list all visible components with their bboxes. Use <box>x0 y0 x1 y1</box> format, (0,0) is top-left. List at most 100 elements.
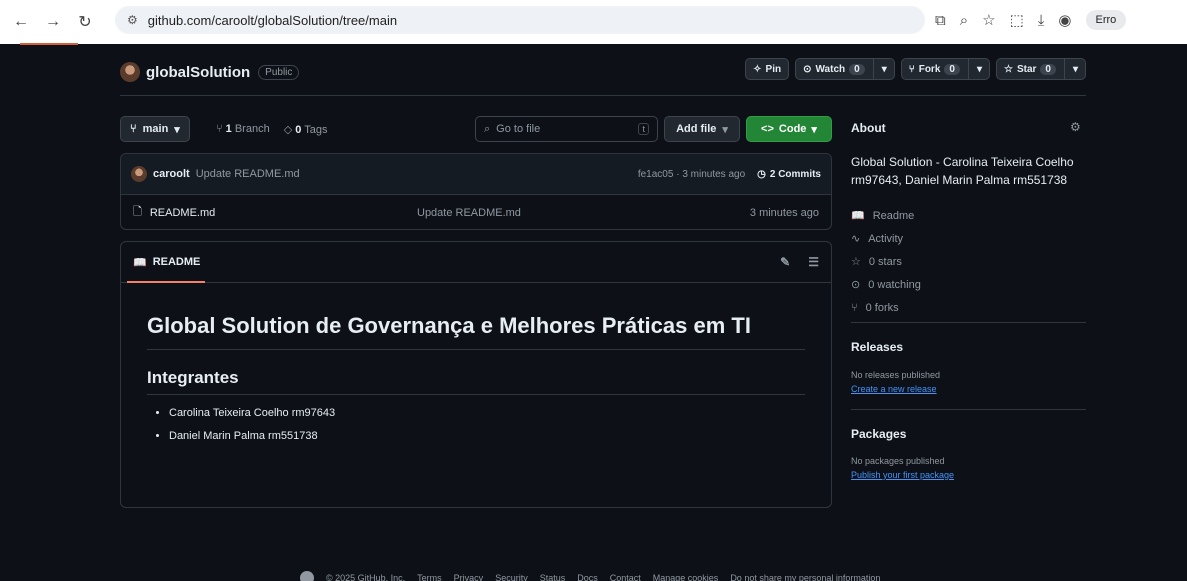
watching-link[interactable]: ⊙ 0 watching <box>851 273 921 296</box>
pin-button[interactable]: ✧ Pin <box>745 58 790 80</box>
chevron-down-icon: ▾ <box>811 123 817 136</box>
activity-link-label: Activity <box>868 232 904 245</box>
stars-link-label: 0 stars <box>868 255 902 268</box>
members-list: Carolina Teixeira Coelho rm97643 Daniel … <box>147 407 805 442</box>
account-icon[interactable]: ◉ <box>1058 11 1071 29</box>
packages-empty-text: No packages published <box>851 456 945 466</box>
publish-package-link[interactable]: Publish your first package <box>851 470 954 480</box>
book-icon: 📖 <box>133 256 147 269</box>
commits-link[interactable]: ◷ 2 Commits <box>757 169 821 180</box>
footer-link[interactable]: Do not share my personal information <box>730 573 880 581</box>
tags-link[interactable]: ◇ 0 Tags <box>284 123 328 136</box>
reload-icon[interactable]: ↻ <box>74 12 96 32</box>
branches-link[interactable]: ⑂ 1 Branch <box>216 123 270 135</box>
chevron-down-icon[interactable]: ▾ <box>882 64 887 75</box>
watch-button[interactable]: ⊙ Watch 0 ▾ <box>795 58 895 80</box>
readme-body: Global Solution de Governança e Melhores… <box>121 283 831 442</box>
back-icon[interactable]: ← <box>10 13 32 31</box>
fork-button[interactable]: ⑂ Fork 0 ▾ <box>900 58 990 80</box>
zoom-icon[interactable]: ⌕ <box>960 12 968 29</box>
readme-header: 📖 README ✎ ☰ <box>121 242 831 283</box>
releases-empty-text: No releases published <box>851 370 941 380</box>
star-button[interactable]: ☆ Star 0 ▾ <box>995 58 1086 80</box>
active-tab-indicator <box>20 43 78 45</box>
footer-link[interactable]: Privacy <box>454 573 484 581</box>
file-age: 3 minutes ago <box>749 206 819 219</box>
pin-icon: ✧ <box>753 63 762 75</box>
readme-title: Global Solution de Governança e Melhores… <box>147 311 805 350</box>
commit-author[interactable]: caroolt <box>153 168 190 180</box>
bookmark-star-icon[interactable]: ☆ <box>982 11 995 29</box>
repo-header: globalSolution Public ✧ Pin ⊙ Watch 0 ▾ … <box>120 58 1086 86</box>
branch-selector[interactable]: ⑂ main ▾ <box>120 116 190 142</box>
footer-link[interactable]: Contact <box>610 573 641 581</box>
shortcut-key: t <box>638 123 649 135</box>
file-name[interactable]: README.md <box>150 207 215 219</box>
eye-icon: ⊙ <box>803 63 812 75</box>
go-to-file-placeholder: Go to file <box>496 123 541 135</box>
fork-icon: ⑂ <box>908 63 915 75</box>
owner-avatar[interactable] <box>120 62 140 82</box>
readme-subtitle: Integrantes <box>147 368 805 395</box>
book-icon: 📖 <box>851 210 865 222</box>
fork-icon: ⑂ <box>851 301 858 314</box>
header-divider <box>120 95 1086 96</box>
file-icon: 🗋 <box>133 206 142 218</box>
commit-meta[interactable]: fe1ac05 · 3 minutes ago <box>638 169 745 180</box>
activity-link[interactable]: ∿ Activity <box>851 227 921 250</box>
code-button[interactable]: <> Code ▾ <box>746 116 832 142</box>
chevron-down-icon[interactable]: ▾ <box>977 64 982 75</box>
fork-count: 0 <box>944 63 960 75</box>
go-to-file-input[interactable]: ⌕ Go to file t <box>475 116 658 142</box>
add-file-button[interactable]: Add file ▾ <box>664 116 740 142</box>
forks-link[interactable]: ⑂ 0 forks <box>851 296 921 319</box>
readme-panel: 📖 README ✎ ☰ Global Solution de Governan… <box>120 241 832 508</box>
cast-icon[interactable]: ⧉ <box>935 12 946 29</box>
footer-link[interactable]: Manage cookies <box>653 573 719 581</box>
chevron-down-icon[interactable]: ▾ <box>1073 64 1078 75</box>
file-commit-message[interactable]: Update README.md <box>417 207 521 219</box>
commit-author-avatar[interactable] <box>131 166 147 182</box>
footer-link[interactable]: Status <box>540 573 566 581</box>
readme-link-label: Readme <box>872 209 915 222</box>
code-icon: <> <box>761 123 774 135</box>
stars-link[interactable]: ☆ 0 stars <box>851 250 921 273</box>
watch-count: 0 <box>849 63 865 75</box>
footer-link[interactable]: Security <box>495 573 528 581</box>
download-icon[interactable]: ⤓ <box>1038 12 1045 29</box>
forward-icon[interactable]: → <box>42 13 64 31</box>
edit-pencil-icon[interactable]: ✎ <box>780 255 790 269</box>
readme-tab[interactable]: README <box>153 256 201 268</box>
footer-link[interactable]: Docs <box>577 573 598 581</box>
tag-count: 0 <box>295 123 302 136</box>
packages-heading[interactable]: Packages <box>851 427 906 441</box>
profile-error-pill[interactable]: Erro <box>1085 10 1127 30</box>
about-description: Global Solution - Carolina Teixeira Coel… <box>851 155 1074 187</box>
repo-name-link[interactable]: globalSolution <box>146 64 250 81</box>
table-row[interactable]: 🗋 README.md Update README.md 3 minutes a… <box>121 195 831 229</box>
search-icon: ⌕ <box>484 122 491 135</box>
star-icon: ☆ <box>1003 63 1013 75</box>
commit-message[interactable]: Update README.md <box>196 168 300 180</box>
site-info-icon[interactable]: ⚙ <box>127 13 138 27</box>
sidebar-divider <box>851 409 1086 410</box>
history-icon: ◷ <box>757 168 766 180</box>
github-logo-icon[interactable] <box>300 571 314 581</box>
footer-link[interactable]: Terms <box>417 573 442 581</box>
extensions-icon[interactable]: ⬚ <box>1010 11 1024 29</box>
readme-tab-underline <box>127 281 205 283</box>
address-bar[interactable]: ⚙ github.com/caroolt/globalSolution/tree… <box>115 6 925 34</box>
pin-label: Pin <box>765 63 782 75</box>
star-count: 0 <box>1040 63 1056 75</box>
about-heading: About <box>851 121 886 135</box>
browser-toolbar: ← → ↻ ⚙ github.com/caroolt/globalSolutio… <box>0 0 1187 44</box>
readme-link[interactable]: 📖 Readme <box>851 204 921 227</box>
star-icon: ☆ <box>851 256 861 268</box>
gear-icon[interactable]: ⚙ <box>1070 120 1081 134</box>
list-item: Daniel Marin Palma rm551738 <box>169 430 805 442</box>
releases-heading[interactable]: Releases <box>851 340 903 354</box>
branch-icon: ⑂ <box>130 123 137 135</box>
outline-list-icon[interactable]: ☰ <box>808 255 819 269</box>
file-table: caroolt Update README.md fe1ac05 · 3 min… <box>120 153 832 230</box>
create-release-link[interactable]: Create a new release <box>851 384 937 394</box>
